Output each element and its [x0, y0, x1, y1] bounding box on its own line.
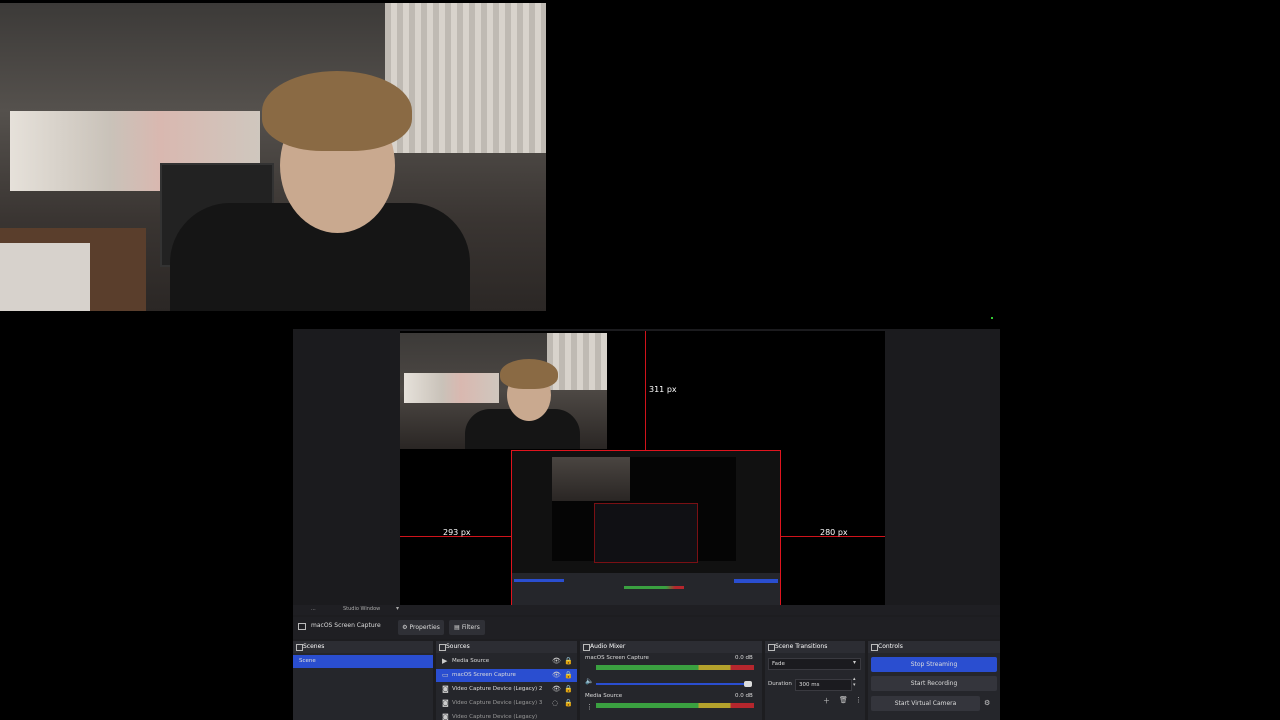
source-item-video-capture-3[interactable]: ◙ Video Capture Device (Legacy) 3 ◌ 🔒 — [436, 697, 577, 710]
preview-webcam-source[interactable] — [400, 333, 607, 449]
mode-label[interactable]: Studio Window — [343, 606, 380, 612]
stepper-icon[interactable]: ▴ ▾ — [853, 676, 856, 688]
volume-meter — [596, 665, 754, 670]
dimension-top-label: 311 px — [649, 385, 677, 394]
audio-mixer-dock: Audio Mixer macOS Screen Capture 0.0 dB … — [580, 641, 762, 720]
trash-icon[interactable]: 🗑 — [839, 696, 848, 704]
lock-icon[interactable]: 🔒 — [564, 669, 573, 682]
scene-transitions-title-text: Scene Transitions — [775, 643, 828, 650]
nested-docks-highlight — [514, 579, 564, 582]
scenes-dock: Scenes Scene — [293, 641, 433, 720]
nested-controls-highlight — [734, 579, 778, 583]
channel-db: 0.0 dB — [735, 655, 753, 661]
source-label: macOS Screen Capture — [452, 672, 516, 678]
dock-icon — [768, 644, 775, 651]
webcam-feed — [0, 3, 546, 311]
selected-source-name: macOS Screen Capture — [311, 622, 381, 629]
scenes-title-text: Scenes — [303, 643, 325, 650]
nested-webcam — [552, 457, 630, 501]
source-item-screen-capture[interactable]: ▭ macOS Screen Capture 👁 🔒 — [436, 669, 577, 682]
preview-wall-posters — [404, 373, 499, 403]
volume-slider-handle[interactable] — [744, 681, 752, 687]
speaker-icon[interactable]: 🔈 — [585, 677, 594, 685]
start-virtual-camera-button[interactable]: Start Virtual Camera — [871, 696, 980, 711]
scene-item[interactable]: Scene — [293, 655, 433, 668]
visibility-eye-icon[interactable]: 👁 — [552, 683, 561, 696]
properties-label: Properties — [409, 624, 440, 631]
selected-source-bounds[interactable] — [511, 450, 781, 607]
dock-icon — [296, 644, 303, 651]
source-item-video-capture[interactable]: ◙ Video Capture Device (Legacy) — [436, 711, 577, 720]
cursor-dot — [991, 317, 993, 319]
filters-label: Filters — [461, 624, 480, 631]
preview-person-hair — [500, 359, 558, 389]
mode-dropdown-icon[interactable]: ▾ — [396, 605, 399, 612]
more-options-icon[interactable]: ⋮ — [586, 703, 593, 711]
duration-field[interactable]: 300 ms — [795, 679, 852, 691]
add-icon[interactable]: ＋ — [823, 696, 830, 706]
gear-icon[interactable]: ⚙ — [984, 699, 990, 707]
person-hair — [262, 71, 412, 151]
chevron-down-icon[interactable]: ▾ — [853, 659, 856, 666]
source-label: Video Capture Device (Legacy) — [452, 714, 538, 720]
lock-icon[interactable]: 🔒 — [564, 683, 573, 696]
monitor-icon — [298, 623, 306, 630]
source-bar: macOS Screen Capture ⚙ Properties ▤ Filter… — [293, 617, 1000, 639]
play-icon: ▶ — [442, 657, 448, 665]
stop-streaming-button[interactable]: Stop Streaming — [871, 657, 997, 672]
scene-label: ... — [311, 606, 316, 612]
visibility-off-icon[interactable]: ◌ — [552, 697, 558, 710]
source-item-video-capture-2[interactable]: ◙ Video Capture Device (Legacy) 2 👁 🔒 — [436, 683, 577, 696]
audio-mixer-title-text: Audio Mixer — [590, 643, 626, 650]
sources-title: Sources — [436, 641, 577, 653]
preview-toolbar: ... Studio Window ▾ — [293, 605, 1000, 615]
scene-transitions-dock: Scene Transitions Fade ▾ Duration 300 ms… — [765, 641, 865, 720]
lock-icon[interactable]: 🔒 — [564, 655, 573, 668]
nested-preview — [594, 503, 698, 563]
filters-button[interactable]: ▤ Filters — [449, 620, 485, 635]
volume-slider[interactable] — [596, 683, 746, 685]
nested-meter — [624, 586, 684, 589]
source-label: Video Capture Device (Legacy) 3 — [452, 700, 543, 706]
controls-title: Controls — [868, 641, 1000, 653]
audio-mixer-title: Audio Mixer — [580, 641, 762, 653]
source-label: Video Capture Device (Legacy) 2 — [452, 686, 543, 692]
lock-icon[interactable]: 🔒 — [564, 697, 573, 710]
more-options-icon[interactable]: ⋮ — [855, 696, 862, 704]
channel-db: 0.0 dB — [735, 693, 753, 699]
camera-icon: ◙ — [442, 713, 449, 720]
start-recording-button[interactable]: Start Recording — [871, 676, 997, 691]
volume-meter — [596, 703, 754, 708]
visibility-eye-icon[interactable]: 👁 — [552, 655, 561, 668]
nested-docks — [512, 573, 780, 606]
sources-title-text: Sources — [446, 643, 470, 650]
camera-icon: ◙ — [442, 699, 449, 707]
dock-icon — [583, 644, 590, 651]
sources-dock: Sources ▶ Media Source 👁 🔒 ▭ macOS Scree… — [436, 641, 577, 720]
filter-icon: ▤ — [454, 624, 460, 631]
camera-icon: ◙ — [442, 685, 449, 693]
bed — [0, 243, 90, 311]
source-label: Media Source — [452, 658, 490, 664]
guide-top — [645, 331, 646, 450]
monitor-icon: ▭ — [442, 671, 449, 679]
dimension-left-label: 293 px — [443, 528, 471, 537]
transition-select[interactable]: Fade — [768, 658, 861, 670]
dock-icon — [871, 644, 878, 651]
duration-label: Duration — [768, 681, 792, 687]
controls-dock: Controls Stop Streaming Start Recording … — [868, 641, 1000, 720]
dock-icon — [439, 644, 446, 651]
visibility-eye-icon[interactable]: 👁 — [552, 669, 561, 682]
dimension-right-label: 280 px — [820, 528, 848, 537]
source-item-media-source[interactable]: ▶ Media Source 👁 🔒 — [436, 655, 577, 668]
properties-button[interactable]: ⚙ Properties — [398, 620, 444, 635]
controls-title-text: Controls — [878, 643, 903, 650]
channel-name: macOS Screen Capture — [585, 655, 649, 661]
scene-transitions-title: Scene Transitions — [765, 641, 865, 653]
scenes-title: Scenes — [293, 641, 433, 653]
channel-name: Media Source — [585, 693, 623, 699]
gear-icon: ⚙ — [402, 624, 408, 631]
window-blinds — [385, 3, 546, 153]
